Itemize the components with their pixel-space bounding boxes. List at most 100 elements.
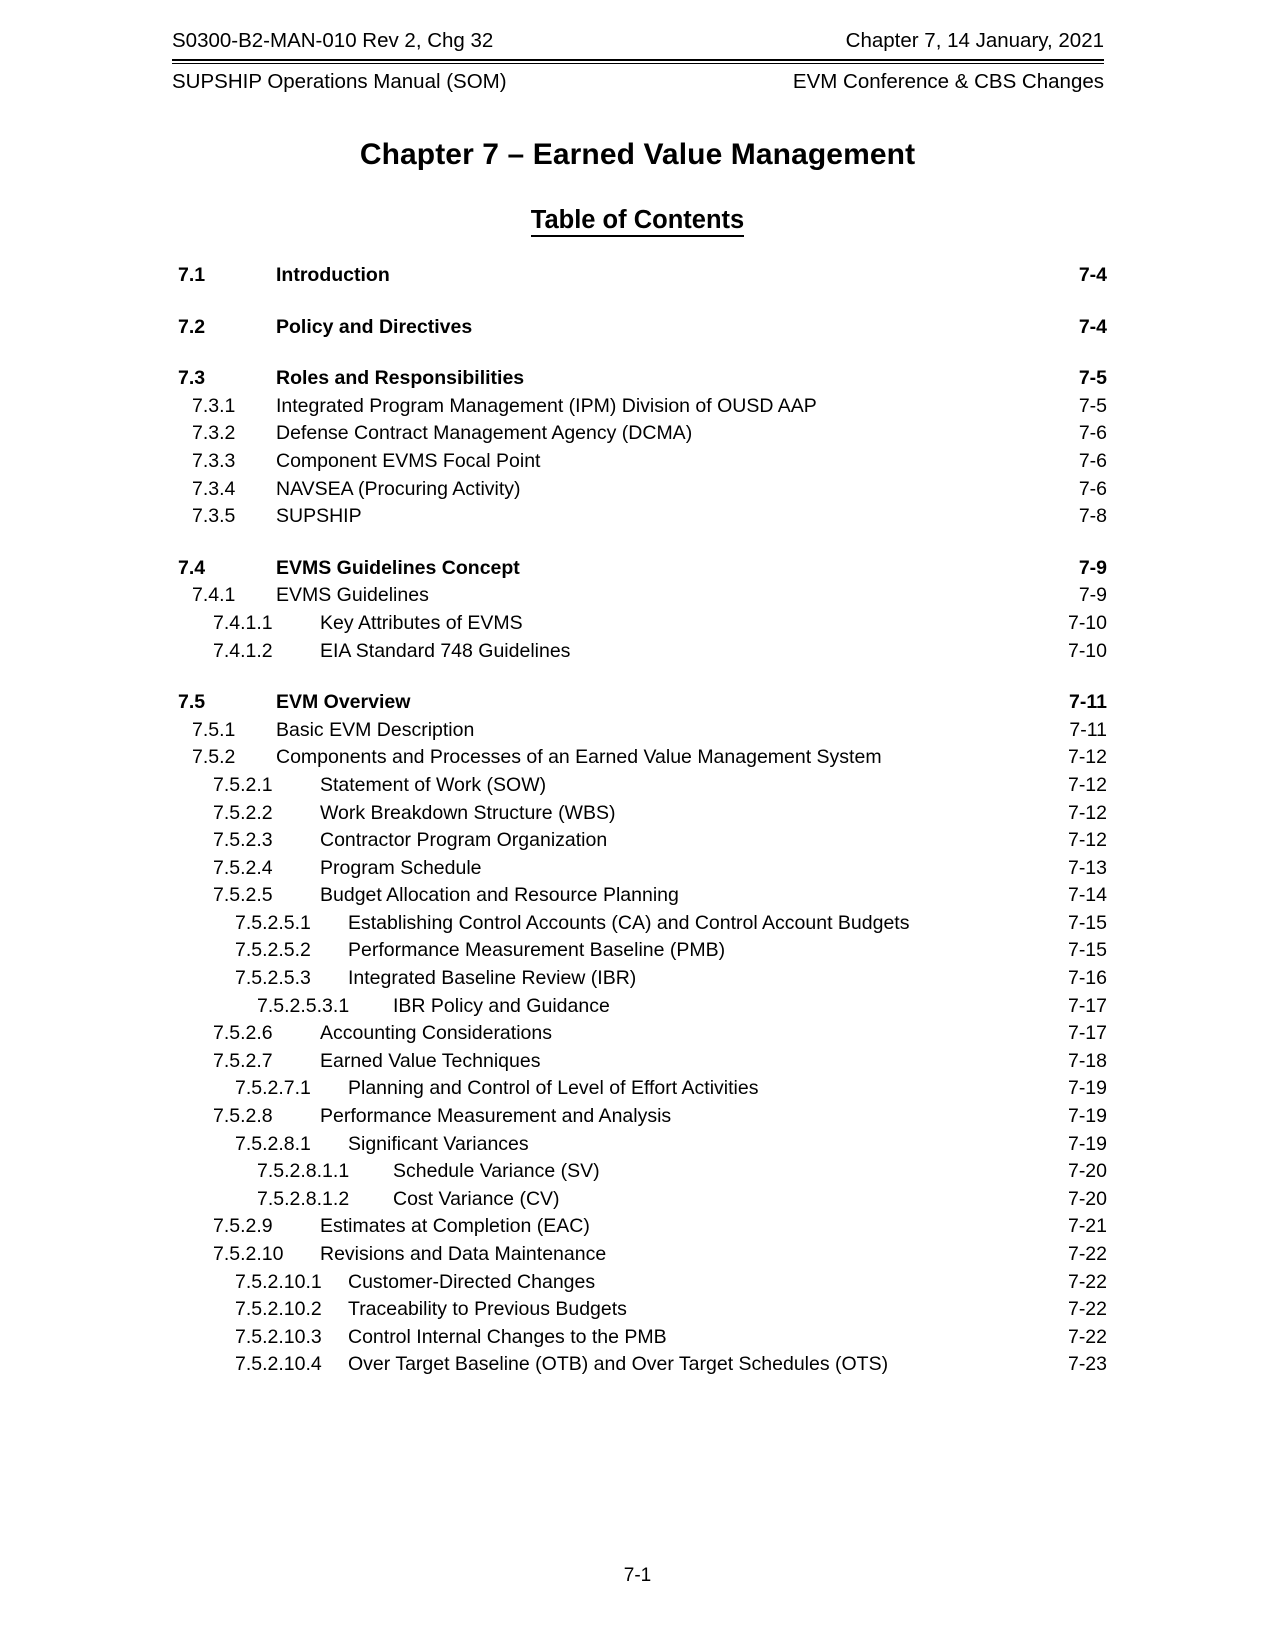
toc-entry-number: 7.5.2.7: [213, 1049, 273, 1072]
toc-heading: Table of Contents: [0, 206, 1275, 237]
toc-entry-page-number: 7-5: [1078, 394, 1107, 417]
toc-entry-number: 7.5.2.10: [213, 1243, 284, 1265]
toc-entry-page-number: 7-19: [1067, 1105, 1107, 1128]
document-header: S0300-B2-MAN-010 Rev 2, Chg 32 Chapter 7…: [172, 26, 1104, 97]
toc-entry[interactable]: 7.5.2.5.3 Integrated Baseline Review (IBR…: [172, 965, 1107, 993]
toc-entry-number: 7.5.2.9: [213, 1215, 273, 1238]
toc-entry-number: 7.3.3: [192, 449, 236, 472]
toc-entry-title: Establishing Control Accounts (CA) and C…: [348, 911, 910, 934]
toc-entry-page-number: 7-17: [1067, 994, 1107, 1017]
toc-entry[interactable]: 7.4.1 EVMS Guidelines 7-9: [172, 582, 1107, 610]
toc-entry[interactable]: 7.5.2.10.3 Control Internal Changes to th…: [172, 1324, 1107, 1352]
toc-entry-page-number: 7-19: [1067, 1132, 1107, 1155]
toc-entry[interactable]: 7.5.2.10 Revisions and Data Maintenance 7-…: [172, 1241, 1107, 1269]
toc-entry-number: 7.5.2.3: [213, 829, 273, 852]
toc-entry-title: Cost Variance (CV): [393, 1187, 560, 1210]
toc-entry-number: 7.5.2.5: [213, 884, 273, 907]
toc-entry[interactable]: 7.5.2.8.1.2 Cost Variance (CV) 7-20: [172, 1186, 1107, 1214]
toc-entry[interactable]: 7.5.2.7 Earned Value Techniques 7-18: [172, 1048, 1107, 1076]
toc-entry[interactable]: 7.5.2.2 Work Breakdown Structure (WBS) 7-1…: [172, 800, 1107, 828]
toc-entry-number: 7.3.2: [192, 422, 236, 445]
toc-entry[interactable]: 7.3.5 SUPSHIP 7-8: [172, 503, 1107, 531]
toc-entry[interactable]: 7.5.2.5 Budget Allocation and Resource Pl…: [172, 882, 1107, 910]
toc-entry[interactable]: 7.5.2.10.1 Customer-Directed Changes 7-22: [172, 1269, 1107, 1297]
header-row-secondary: SUPSHIP Operations Manual (SOM) EVM Conf…: [172, 67, 1104, 97]
toc-entry-title: IBR Policy and Guidance: [393, 994, 610, 1017]
revision-subject: EVM Conference & CBS Changes: [792, 69, 1104, 93]
toc-entry-page-number: 7-4: [1078, 264, 1107, 286]
toc-entry-page-number: 7-12: [1067, 829, 1107, 852]
toc-entry-title: Earned Value Techniques: [320, 1049, 541, 1072]
toc-entry-page-number: 7-12: [1067, 773, 1107, 796]
toc-entry[interactable]: 7.5.2.4 Program Schedule 7-13: [172, 855, 1107, 883]
toc-entry-title: Integrated Program Management (IPM) Divi…: [276, 394, 817, 417]
toc-entry-title: Significant Variances: [348, 1132, 529, 1155]
toc-entry[interactable]: 7.3.3 Component EVMS Focal Point 7-6: [172, 448, 1107, 476]
toc-entry-number: 7.5.2.5.3.1: [257, 994, 350, 1017]
toc-entry-number: 7.3.4: [192, 477, 236, 500]
toc-entry-number: 7.5.2.6: [213, 1022, 273, 1045]
toc-entry-title: Accounting Considerations: [320, 1022, 552, 1045]
toc-entry-number: 7.1: [178, 264, 206, 286]
toc-entry[interactable]: 7.5.2.6 Accounting Considerations 7-17: [172, 1020, 1107, 1048]
toc-entry-title: Planning and Control of Level of Effort …: [348, 1077, 759, 1100]
toc-entry-title: Program Schedule: [320, 856, 482, 879]
header-row-primary: S0300-B2-MAN-010 Rev 2, Chg 32 Chapter 7…: [172, 26, 1104, 58]
toc-entry[interactable]: 7.5.2.8.1 Significant Variances 7-19: [172, 1131, 1107, 1159]
toc-entry[interactable]: 7.5.2.7.1 Planning and Control of Level o…: [172, 1075, 1107, 1103]
toc-entry-title: Revisions and Data Maintenance: [320, 1243, 607, 1265]
toc-entry[interactable]: 7.3.2 Defense Contract Management Agency …: [172, 420, 1107, 448]
toc-entry[interactable]: 7.5.2.8.1.1 Schedule Variance (SV) 7-20: [172, 1158, 1107, 1186]
toc-entry-page-number: 7-10: [1067, 639, 1107, 662]
toc-entry-number: 7.5.2.7.1: [235, 1077, 311, 1100]
toc-entry-page-number: 7-4: [1078, 315, 1107, 338]
toc-entry-page-number: 7-12: [1067, 746, 1107, 769]
toc-entry-number: 7.5.1: [192, 718, 236, 741]
toc-entry[interactable]: 7.5.2.10.2 Traceability to Previous Budge…: [172, 1296, 1107, 1324]
toc-entry-page-number: 7-15: [1067, 911, 1107, 934]
toc-entry[interactable]: 7.5.2.10.4 Over Target Baseline (OTB) and…: [172, 1351, 1107, 1379]
toc-entry-number: 7.3.1: [192, 394, 236, 417]
toc-entry[interactable]: 7.5.1 Basic EVM Description 7-11: [172, 717, 1107, 745]
toc-entry[interactable]: 7.3.4 NAVSEA (Procuring Activity) 7-6: [172, 476, 1107, 504]
toc-entry-title: EVMS Guidelines Concept: [276, 556, 520, 579]
toc-entry[interactable]: 7.5.2.5.2 Performance Measurement Baselin…: [172, 937, 1107, 965]
toc-entry-title: Integrated Baseline Review (IBR): [348, 967, 637, 990]
toc-entry-title: Basic EVM Description: [276, 718, 475, 741]
toc-entry-page-number: 7-22: [1067, 1325, 1107, 1348]
toc-entry-number: 7.5.2.10.4: [235, 1353, 322, 1376]
toc-entry[interactable]: 7.2 Policy and Directives 7-4: [172, 314, 1107, 342]
toc-entry[interactable]: 7.4.1.1 Key Attributes of EVMS 7-10: [172, 610, 1107, 638]
toc-entry-page-number: 7-8: [1078, 505, 1107, 528]
toc-entry-number: 7.5.2.5.2: [235, 939, 311, 962]
toc-entry-page-number: 7-14: [1067, 884, 1107, 907]
toc-entry[interactable]: 7.5.2 Components and Processes of an Earn…: [172, 744, 1107, 772]
toc-entry-number: 7.4.1.2: [213, 639, 273, 662]
toc-entry[interactable]: 7.5.2.3 Contractor Program Organization 7-…: [172, 827, 1107, 855]
toc-entry[interactable]: 7.5.2.9 Estimates at Completion (EAC) 7-21: [172, 1213, 1107, 1241]
toc-entry-number: 7.3: [178, 367, 206, 390]
toc-entry[interactable]: 7.5.2.5.3.1 IBR Policy and Guidance 7-17: [172, 993, 1107, 1021]
toc-entry-page-number: 7-11: [1069, 718, 1107, 741]
toc-entry-number: 7.5.2.2: [213, 801, 273, 824]
toc-entry[interactable]: 7.3.1 Integrated Program Management (IPM)…: [172, 393, 1107, 421]
toc-entry-number: 7.5.2.8.1: [235, 1132, 311, 1155]
toc-entry[interactable]: 7.5.2.5.1 Establishing Control Accounts (…: [172, 910, 1107, 938]
toc-entry[interactable]: 7.1 Introduction 7-4: [172, 262, 1107, 290]
toc-entry[interactable]: 7.4.1.2 EIA Standard 748 Guidelines 7-10: [172, 638, 1107, 666]
toc-entry-page-number: 7-17: [1067, 1022, 1107, 1045]
toc-entry[interactable]: 7.3 Roles and Responsibilities 7-5: [172, 365, 1107, 393]
table-of-contents: 7.1 Introduction 7-4 7.2 Policy and Directiv…: [172, 262, 1107, 1379]
toc-entry-page-number: 7-13: [1067, 856, 1107, 879]
toc-entry-number: 7.5.2: [192, 746, 236, 769]
toc-entry[interactable]: 7.4 EVMS Guidelines Concept 7-9: [172, 555, 1107, 583]
toc-entry-page-number: 7-22: [1067, 1270, 1107, 1293]
toc-entry-page-number: 7-22: [1067, 1298, 1107, 1321]
toc-entry[interactable]: 7.5 EVM Overview 7-11: [172, 689, 1107, 717]
toc-entry-title: Introduction: [276, 264, 390, 286]
toc-entry[interactable]: 7.5.2.8 Performance Measurement and Analy…: [172, 1103, 1107, 1131]
toc-entry[interactable]: 7.5.2.1 Statement of Work (SOW) 7-12: [172, 772, 1107, 800]
document-page: S0300-B2-MAN-010 Rev 2, Chg 32 Chapter 7…: [0, 0, 1275, 1650]
page-title: Chapter 7 – Earned Value Management: [359, 138, 916, 171]
toc-entry-page-number: 7-9: [1078, 556, 1107, 579]
